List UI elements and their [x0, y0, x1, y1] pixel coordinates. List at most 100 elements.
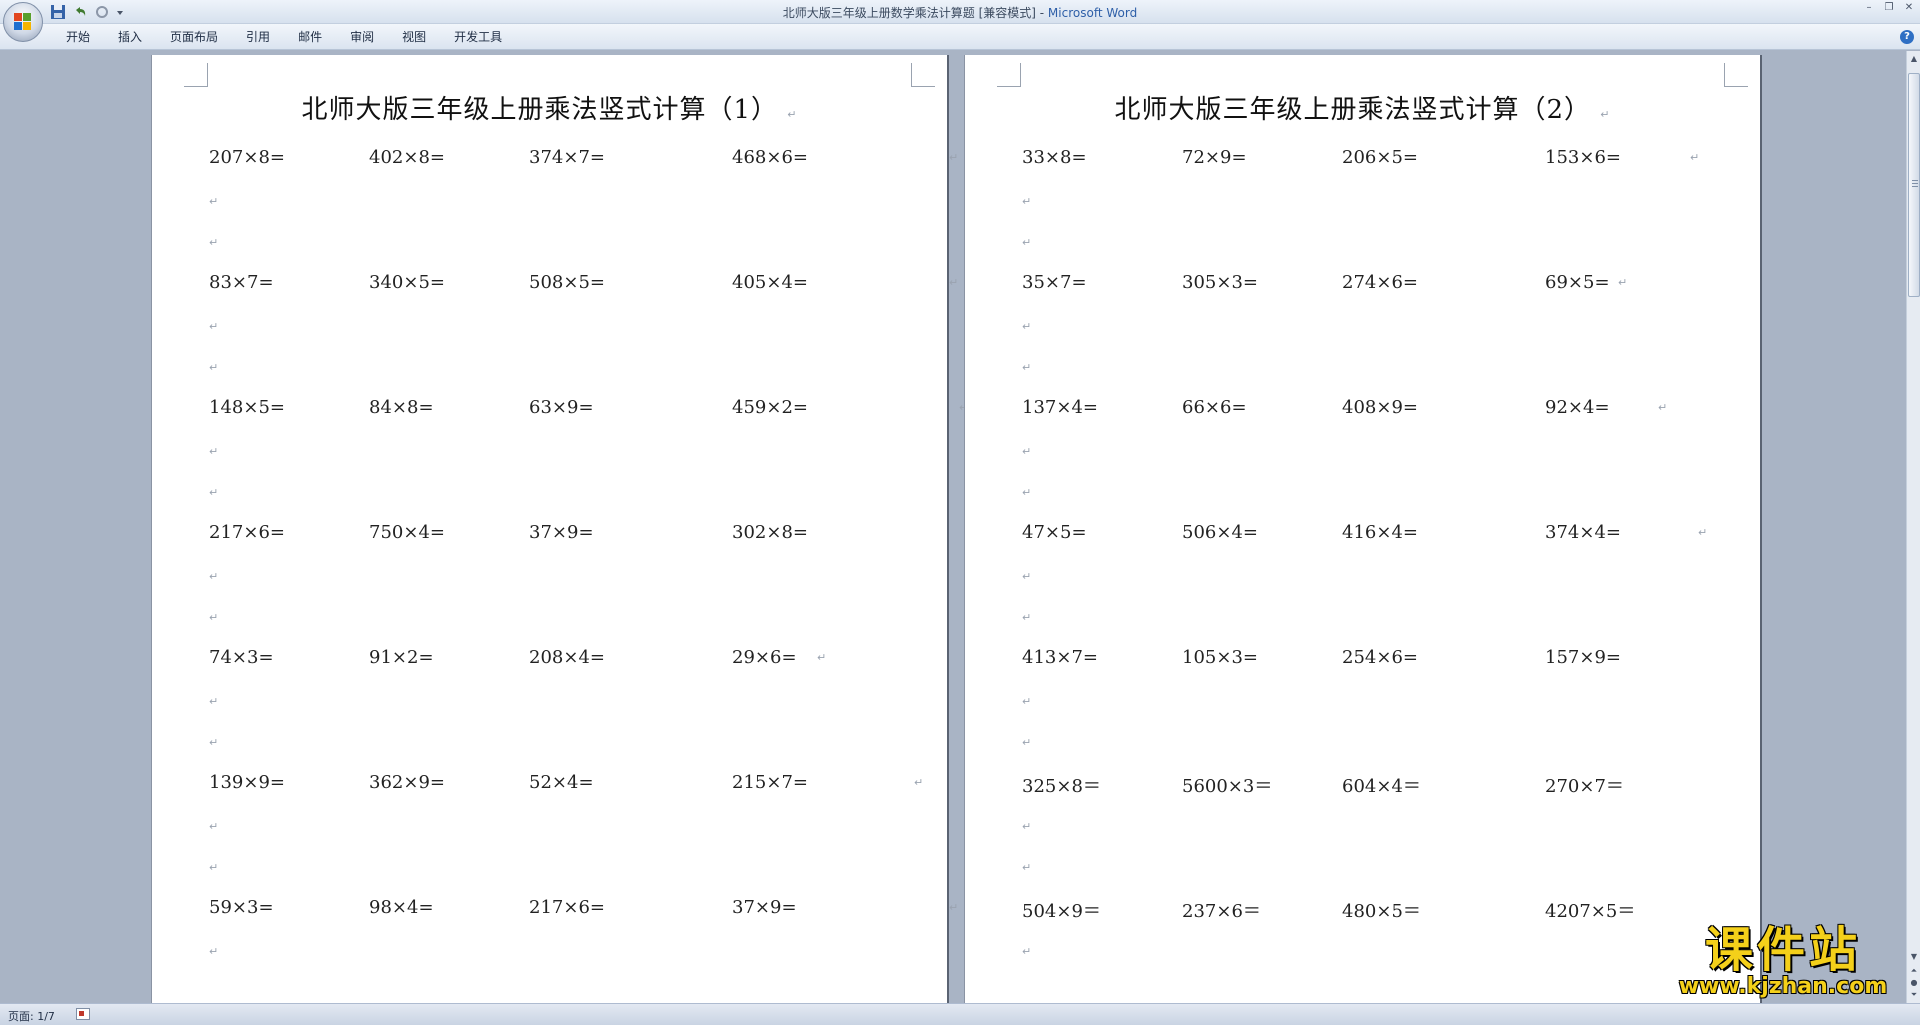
scroll-up-icon[interactable]: ▲ [1908, 53, 1920, 65]
multiplication-problem: 37×9= [732, 897, 797, 918]
multiplication-problem: 59×3= [209, 897, 274, 918]
scroll-thumb[interactable] [1908, 73, 1920, 297]
office-button[interactable] [3, 2, 43, 42]
multiplication-problem: 84×8= [369, 397, 434, 418]
multiplication-problem: 29×6= [732, 647, 797, 668]
scroll-down-icon[interactable]: ▼ [1908, 951, 1920, 963]
multiplication-problem: 35×7= [1022, 272, 1087, 293]
multiplication-problem: 217×6= [209, 522, 285, 543]
problem-row: 139×9= 362×9= 52×4= 215×7= ↵ [209, 772, 923, 794]
multiplication-problem: 215×7= [732, 772, 808, 793]
page-number-status[interactable]: 页面: 1/7 [8, 1008, 55, 1024]
problem-row: 207×8= 402×8= 374×7= 468×6= ↵ [209, 147, 958, 169]
paragraph-mark: ↵ [209, 445, 219, 458]
tab-mailings[interactable]: 邮件 [284, 29, 336, 45]
multiplication-problem: 91×2= [369, 647, 434, 668]
watermark-logo: 课件站 www.kjzhan.com [1668, 924, 1898, 1000]
paragraph-mark: ↵ [1022, 861, 1032, 874]
macro-recording-icon[interactable] [76, 1008, 90, 1020]
multiplication-problem: 305×3= [1182, 272, 1258, 293]
problem-row: 325×8＝ 5600×3＝ 604×4＝ 270×7＝ [1022, 772, 1722, 797]
multiplication-problem: 254×6= [1342, 647, 1418, 668]
problem-row: 74×3= 91×2= 208×4= 29×6= ↵ [209, 647, 909, 669]
next-page-icon[interactable]: ⏷ [1908, 989, 1920, 1001]
crop-mark [911, 63, 935, 87]
paragraph-mark: ↵ [1698, 526, 1708, 539]
paragraph-mark: ↵ [1022, 820, 1032, 833]
paragraph-mark: ↵ [1022, 486, 1032, 499]
multiplication-problem: 92×4= [1545, 397, 1610, 418]
problem-row: 47×5= 506×4= 416×4= 374×4= ↵ [1022, 522, 1722, 544]
multiplication-problem: 374×7= [529, 147, 605, 168]
multiplication-problem: 5600×3＝ [1182, 776, 1273, 797]
multiplication-problem: 468×6= [732, 147, 808, 168]
problem-row: 148×5= 84×8= 63×9= 459×2= ↵ [209, 397, 968, 419]
multiplication-problem: 72×9= [1182, 147, 1247, 168]
multiplication-problem: 69×5= [1545, 272, 1610, 293]
crop-mark [1724, 63, 1748, 87]
tab-review[interactable]: 审阅 [336, 29, 388, 45]
document-page-1[interactable]: 北师大版三年级上册乘法竖式计算（1） ↵ 207×8= 402×8= 374×7= 4… [152, 55, 968, 1003]
office-logo-icon [14, 13, 32, 31]
multiplication-problem: 105×3= [1182, 647, 1258, 668]
title-bar: 北师大版三年级上册数学乘法计算题 [兼容模式] - Microsoft Word… [0, 0, 1920, 24]
tab-view[interactable]: 视图 [388, 29, 440, 45]
paragraph-mark: ↵ [1022, 236, 1032, 249]
close-icon[interactable]: ✕ [1902, 2, 1916, 14]
paragraph-mark: ↵ [1022, 570, 1032, 583]
document-workspace: 北师大版三年级上册乘法竖式计算（1） ↵ 207×8= 402×8= 374×7= 4… [0, 51, 1906, 1003]
tab-references[interactable]: 引用 [232, 29, 284, 45]
paragraph-mark: ↵ [949, 276, 959, 289]
ribbon-tabs: 开始 插入 页面布局 引用 邮件 审阅 视图 开发工具 [52, 29, 516, 45]
paragraph-mark: ↵ [209, 320, 219, 333]
multiplication-problem: 405×4= [732, 272, 808, 293]
tab-developer[interactable]: 开发工具 [440, 29, 516, 45]
multiplication-problem: 153×6= [1545, 147, 1621, 168]
paragraph-mark: ↵ [1618, 276, 1628, 289]
help-icon[interactable]: ? [1900, 30, 1914, 44]
tab-insert[interactable]: 插入 [104, 29, 156, 45]
multiplication-problem: 217×6= [529, 897, 605, 918]
paragraph-mark: ↵ [949, 151, 959, 164]
tab-home[interactable]: 开始 [52, 29, 104, 45]
page-title: 北师大版三年级上册乘法竖式计算（1） ↵ [301, 95, 798, 125]
crop-mark [997, 63, 1021, 87]
page-title: 北师大版三年级上册乘法竖式计算（2） ↵ [1114, 95, 1611, 125]
watermark-url: www.kjzhan.com [1678, 974, 1888, 999]
previous-page-icon[interactable]: ⏶ [1908, 965, 1920, 977]
problem-row: 217×6= 750×4= 37×9= 302×8= [209, 522, 909, 544]
paragraph-mark: ↵ [914, 776, 924, 789]
multiplication-problem: 237×6＝ [1182, 901, 1261, 922]
multiplication-problem: 508×5= [529, 272, 605, 293]
multiplication-problem: 208×4= [529, 647, 605, 668]
paragraph-mark: ↵ [1022, 611, 1032, 624]
window-controls: – ❐ ✕ [1862, 2, 1916, 14]
multiplication-problem: 274×6= [1342, 272, 1418, 293]
minimize-icon[interactable]: – [1862, 2, 1876, 14]
paragraph-mark: ↵ [1022, 195, 1032, 208]
multiplication-problem: 325×8＝ [1022, 776, 1101, 797]
window-title: 北师大版三年级上册数学乘法计算题 [兼容模式] - Microsoft Word [782, 6, 1138, 20]
paragraph-mark: ↵ [209, 611, 219, 624]
document-page-2[interactable]: 北师大版三年级上册乘法竖式计算（2） ↵ 33×8= 72×9= 206×5= 153… [965, 55, 1760, 1003]
paragraph-mark: ↵ [209, 945, 219, 958]
paragraph-mark: ↵ [817, 651, 827, 664]
multiplication-problem: 157×9= [1545, 647, 1621, 668]
restore-icon[interactable]: ❐ [1882, 2, 1896, 14]
multiplication-problem: 362×9= [369, 772, 445, 793]
multiplication-problem: 270×7＝ [1545, 776, 1624, 797]
paragraph-mark: ↵ [209, 361, 219, 374]
problem-row: 59×3= 98×4= 217×6= 37×9= ↵ [209, 897, 958, 919]
select-browse-object-icon[interactable]: ● [1908, 977, 1920, 989]
paragraph-mark: ↵ [1022, 320, 1032, 333]
status-bar: 页面: 1/7 [0, 1003, 1920, 1025]
multiplication-problem: 139×9= [209, 772, 285, 793]
ribbon: 开始 插入 页面布局 引用 邮件 审阅 视图 开发工具 ? [0, 24, 1920, 50]
paragraph-mark: ↵ [949, 901, 959, 914]
vertical-scrollbar[interactable]: ▲ ▼ ⏶ ● ⏷ [1906, 51, 1920, 1003]
tab-page-layout[interactable]: 页面布局 [156, 29, 232, 45]
multiplication-problem: 206×5= [1342, 147, 1418, 168]
paragraph-mark: ↵ [1022, 736, 1032, 749]
paragraph-mark: ↵ [209, 236, 219, 249]
paragraph-mark: ↵ [1022, 695, 1032, 708]
